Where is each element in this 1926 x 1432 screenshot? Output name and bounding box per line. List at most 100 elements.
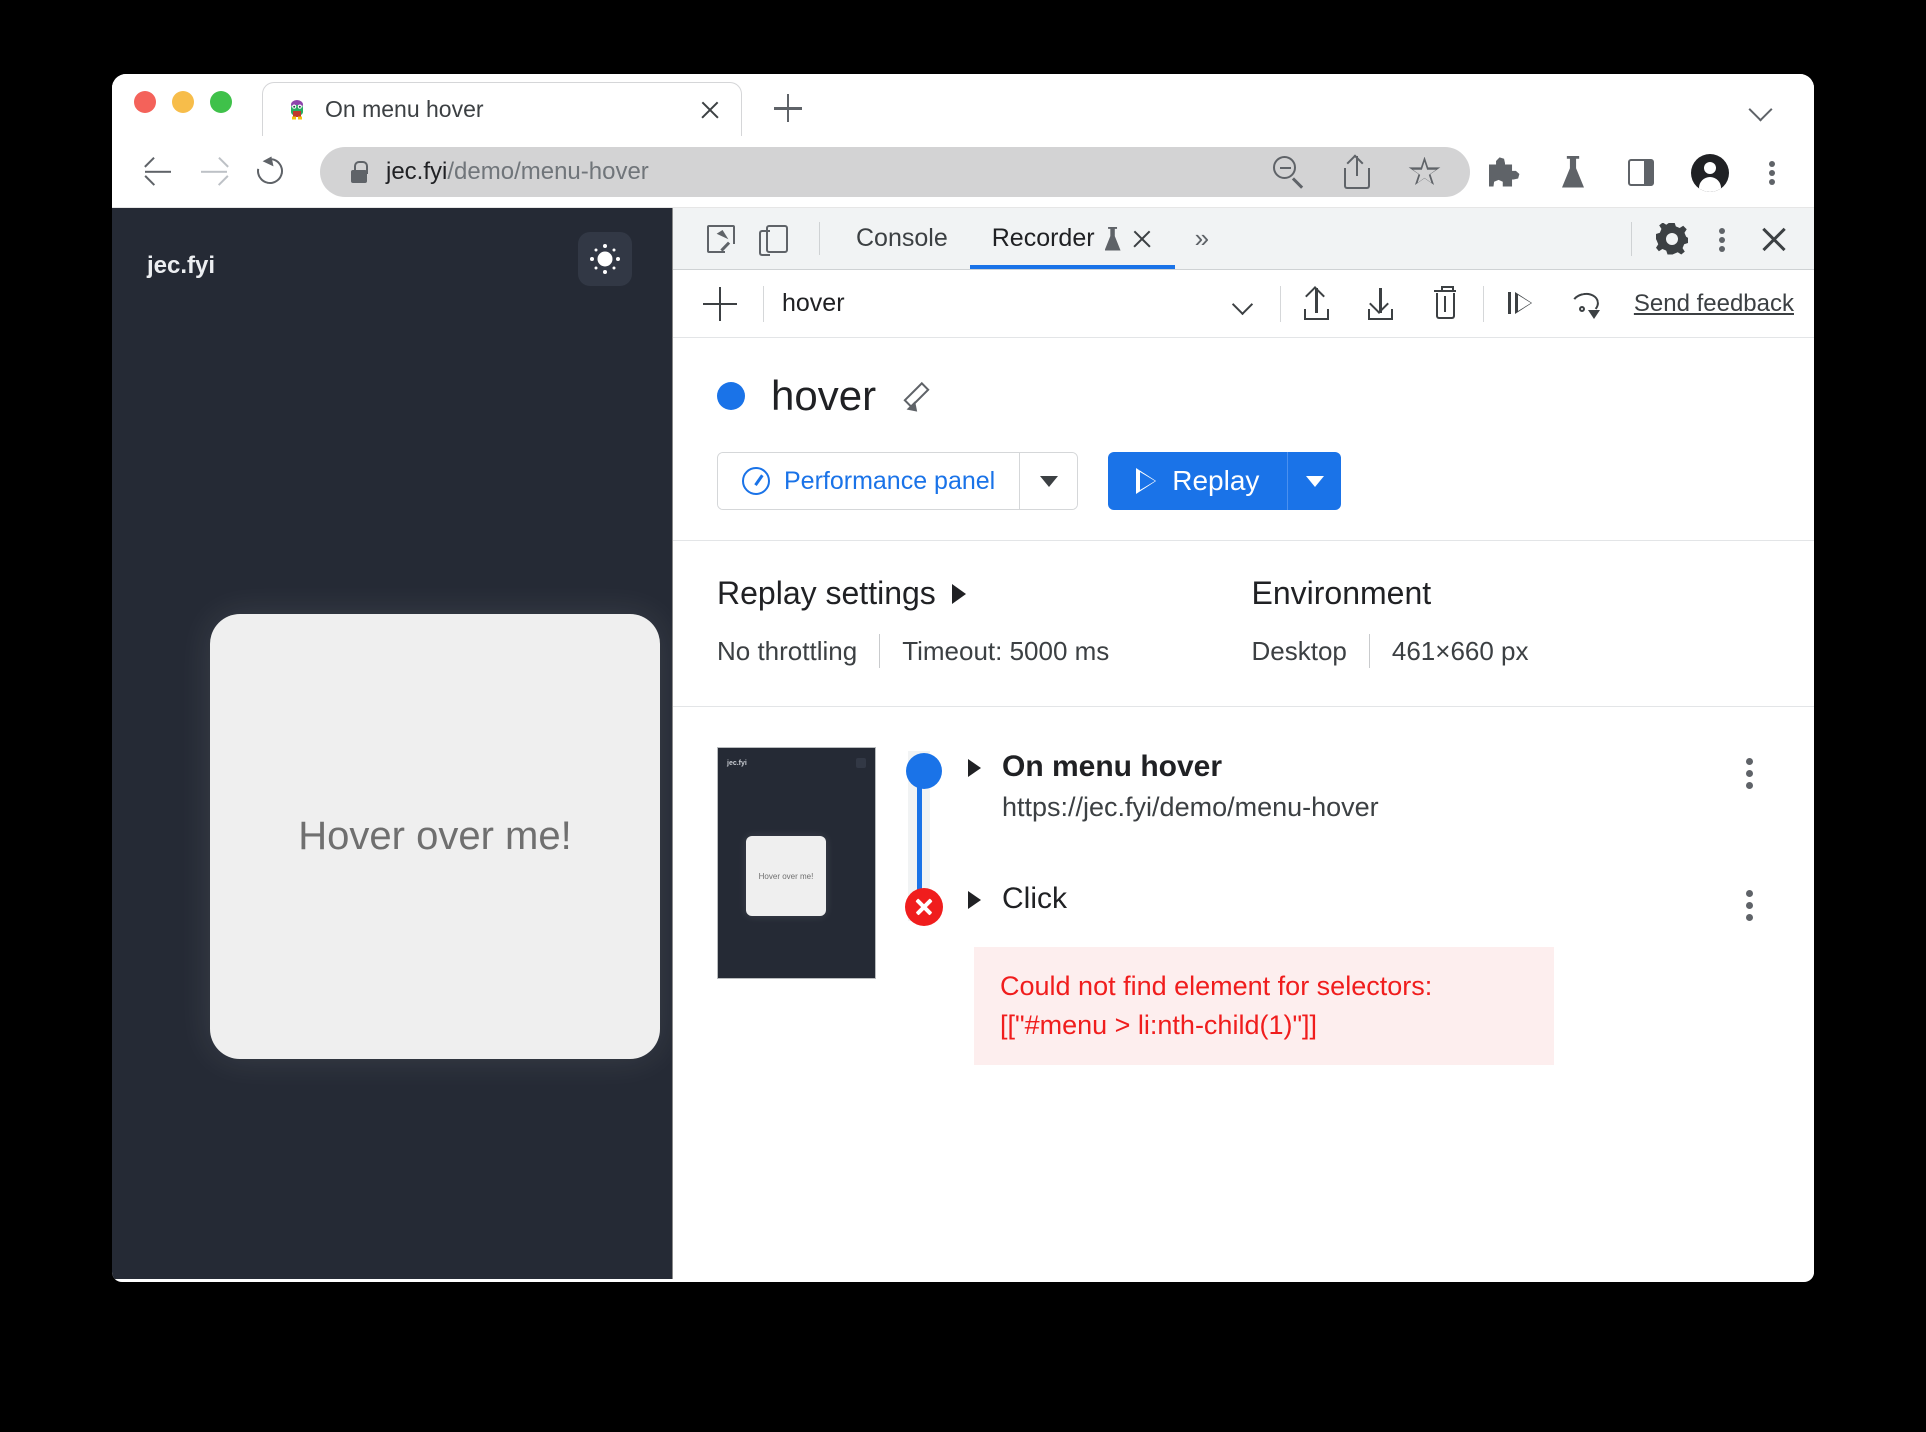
recording-selector-chevron[interactable] [1226,286,1262,322]
step-menu-icon[interactable] [1730,885,1770,925]
experiment-flask-icon [1104,226,1121,251]
tab-recorder-label: Recorder [991,224,1095,252]
throttling-value: No throttling [717,635,858,666]
replay-settings-column: Replay settings No throttling Timeout: 5… [717,575,1244,668]
recording-screenshot-thumbnail[interactable]: jec.fyi Hover over me! [717,747,876,979]
close-tab-icon[interactable] [697,97,723,123]
step-title: On menu hover [1002,750,1223,783]
close-window-button[interactable] [134,91,156,113]
edit-title-icon[interactable] [902,378,938,416]
tab-recorder[interactable]: Recorder [969,208,1175,269]
timeline-connector [916,773,922,898]
device-toolbar-icon[interactable] [749,208,805,269]
expand-step-icon[interactable] [968,879,1002,909]
browser-tab[interactable]: On menu hover [262,82,742,136]
devtools-tabbar: Console Recorder » [673,208,1814,270]
profile-avatar-icon[interactable] [1690,153,1729,192]
tab-console-label: Console [856,224,948,252]
bookmark-star-icon[interactable] [1406,153,1444,191]
step-node-navigate[interactable] [906,753,942,789]
replay-dropdown[interactable] [1287,452,1342,510]
toolbar-extension-icons [1486,153,1788,192]
site-brand: jec.fyi [147,252,216,279]
thumbnail-card-label: Hover over me! [758,871,814,881]
page-viewport: jec.fyi Hover over me! [112,208,673,1279]
forward-button[interactable] [186,144,242,200]
close-recorder-tab-icon[interactable] [1131,228,1153,250]
devtools-menu-icon[interactable] [1708,220,1738,258]
omnibox-actions [1270,153,1458,191]
url-path: /demo/menu-hover [447,157,649,185]
replay-settings-values: No throttling Timeout: 5000 ms [717,634,1244,668]
browser-toolbar: jec.fyi/demo/menu-hover [112,136,1814,208]
divider [879,634,881,668]
inspect-element-icon[interactable] [693,208,749,269]
replay-settings-toggle[interactable]: Replay settings [717,575,1244,612]
export-recording-icon[interactable] [1299,285,1337,323]
add-recording-button[interactable] [695,279,745,329]
minimize-window-button[interactable] [172,91,194,113]
devtools-tabbar-actions [1631,208,1814,269]
divider [1279,285,1281,322]
extensions-puzzle-icon[interactable] [1486,153,1524,191]
step-replay-icon[interactable] [1502,285,1540,323]
gauge-icon [742,467,770,495]
side-panel-icon[interactable] [1622,153,1660,191]
replay-settings-label: Replay settings [717,575,936,611]
performance-panel-dropdown[interactable] [1019,453,1078,509]
replay-button[interactable]: Replay [1108,452,1288,510]
divider [763,285,764,322]
divider [819,222,820,255]
replay-undo-icon[interactable] [1566,285,1604,323]
maximize-window-button[interactable] [210,91,232,113]
back-button[interactable] [130,144,186,200]
tab-console[interactable]: Console [834,208,970,269]
reload-button[interactable] [242,144,298,200]
close-devtools-icon[interactable] [1756,221,1792,257]
thumbnail-brand: jec.fyi [727,760,747,767]
arrow-left-icon [145,170,171,173]
hover-target-card[interactable]: Hover over me! [210,614,660,1059]
gear-icon[interactable] [1656,222,1688,255]
tab-search-button[interactable] [1744,90,1780,126]
steps-list: On menu hover https://jec.fyi/demo/menu-… [954,743,1770,1279]
performance-panel-button[interactable]: Performance panel [718,453,1020,509]
more-tabs-button[interactable]: » [1175,208,1226,269]
step-row[interactable]: Click [968,875,1770,925]
divider [1482,285,1484,322]
steps-timeline [876,743,954,1279]
recording-selector-label[interactable]: hover [782,289,845,318]
theme-toggle-button[interactable] [578,232,632,286]
send-feedback-link[interactable]: Send feedback [1634,290,1794,318]
step-menu-icon[interactable] [1730,753,1770,793]
steps-area: jec.fyi Hover over me! On menu hover htt… [673,707,1814,1279]
browser-menu-icon[interactable] [1758,153,1788,191]
reload-icon [251,152,289,189]
recording-action-buttons: Performance panel Replay [717,452,1770,510]
environment-heading: Environment [1252,575,1771,612]
hover-card-label: Hover over me! [298,814,572,858]
new-tab-button[interactable] [764,84,812,132]
share-icon[interactable] [1338,153,1376,191]
more-tabs-label: » [1194,223,1210,253]
address-bar-url: jec.fyi/demo/menu-hover [386,158,649,186]
divider [1368,634,1370,668]
replay-group: Replay [1108,452,1342,510]
browser-window: On menu hover jec.fyi/demo/menu-hover je… [112,74,1814,1282]
recorder-replay-actions [1502,285,1604,323]
recorder-actions [1299,285,1465,323]
step-body: On menu hover https://jec.fyi/demo/menu-… [1002,747,1730,823]
zoom-out-icon[interactable] [1270,153,1308,191]
step-title: Click [1002,882,1067,915]
step-node-error[interactable] [905,888,943,926]
address-bar[interactable]: jec.fyi/demo/menu-hover [320,146,1470,197]
import-recording-icon[interactable] [1363,285,1401,323]
experiments-flask-icon[interactable] [1554,153,1592,191]
viewport-value: 461×660 px [1391,635,1529,666]
expand-step-icon[interactable] [968,747,1002,777]
step-row[interactable]: On menu hover https://jec.fyi/demo/menu-… [968,743,1770,823]
thumbnail-card: Hover over me! [746,836,826,916]
page-favicon [285,98,309,122]
delete-recording-icon[interactable] [1427,285,1465,323]
